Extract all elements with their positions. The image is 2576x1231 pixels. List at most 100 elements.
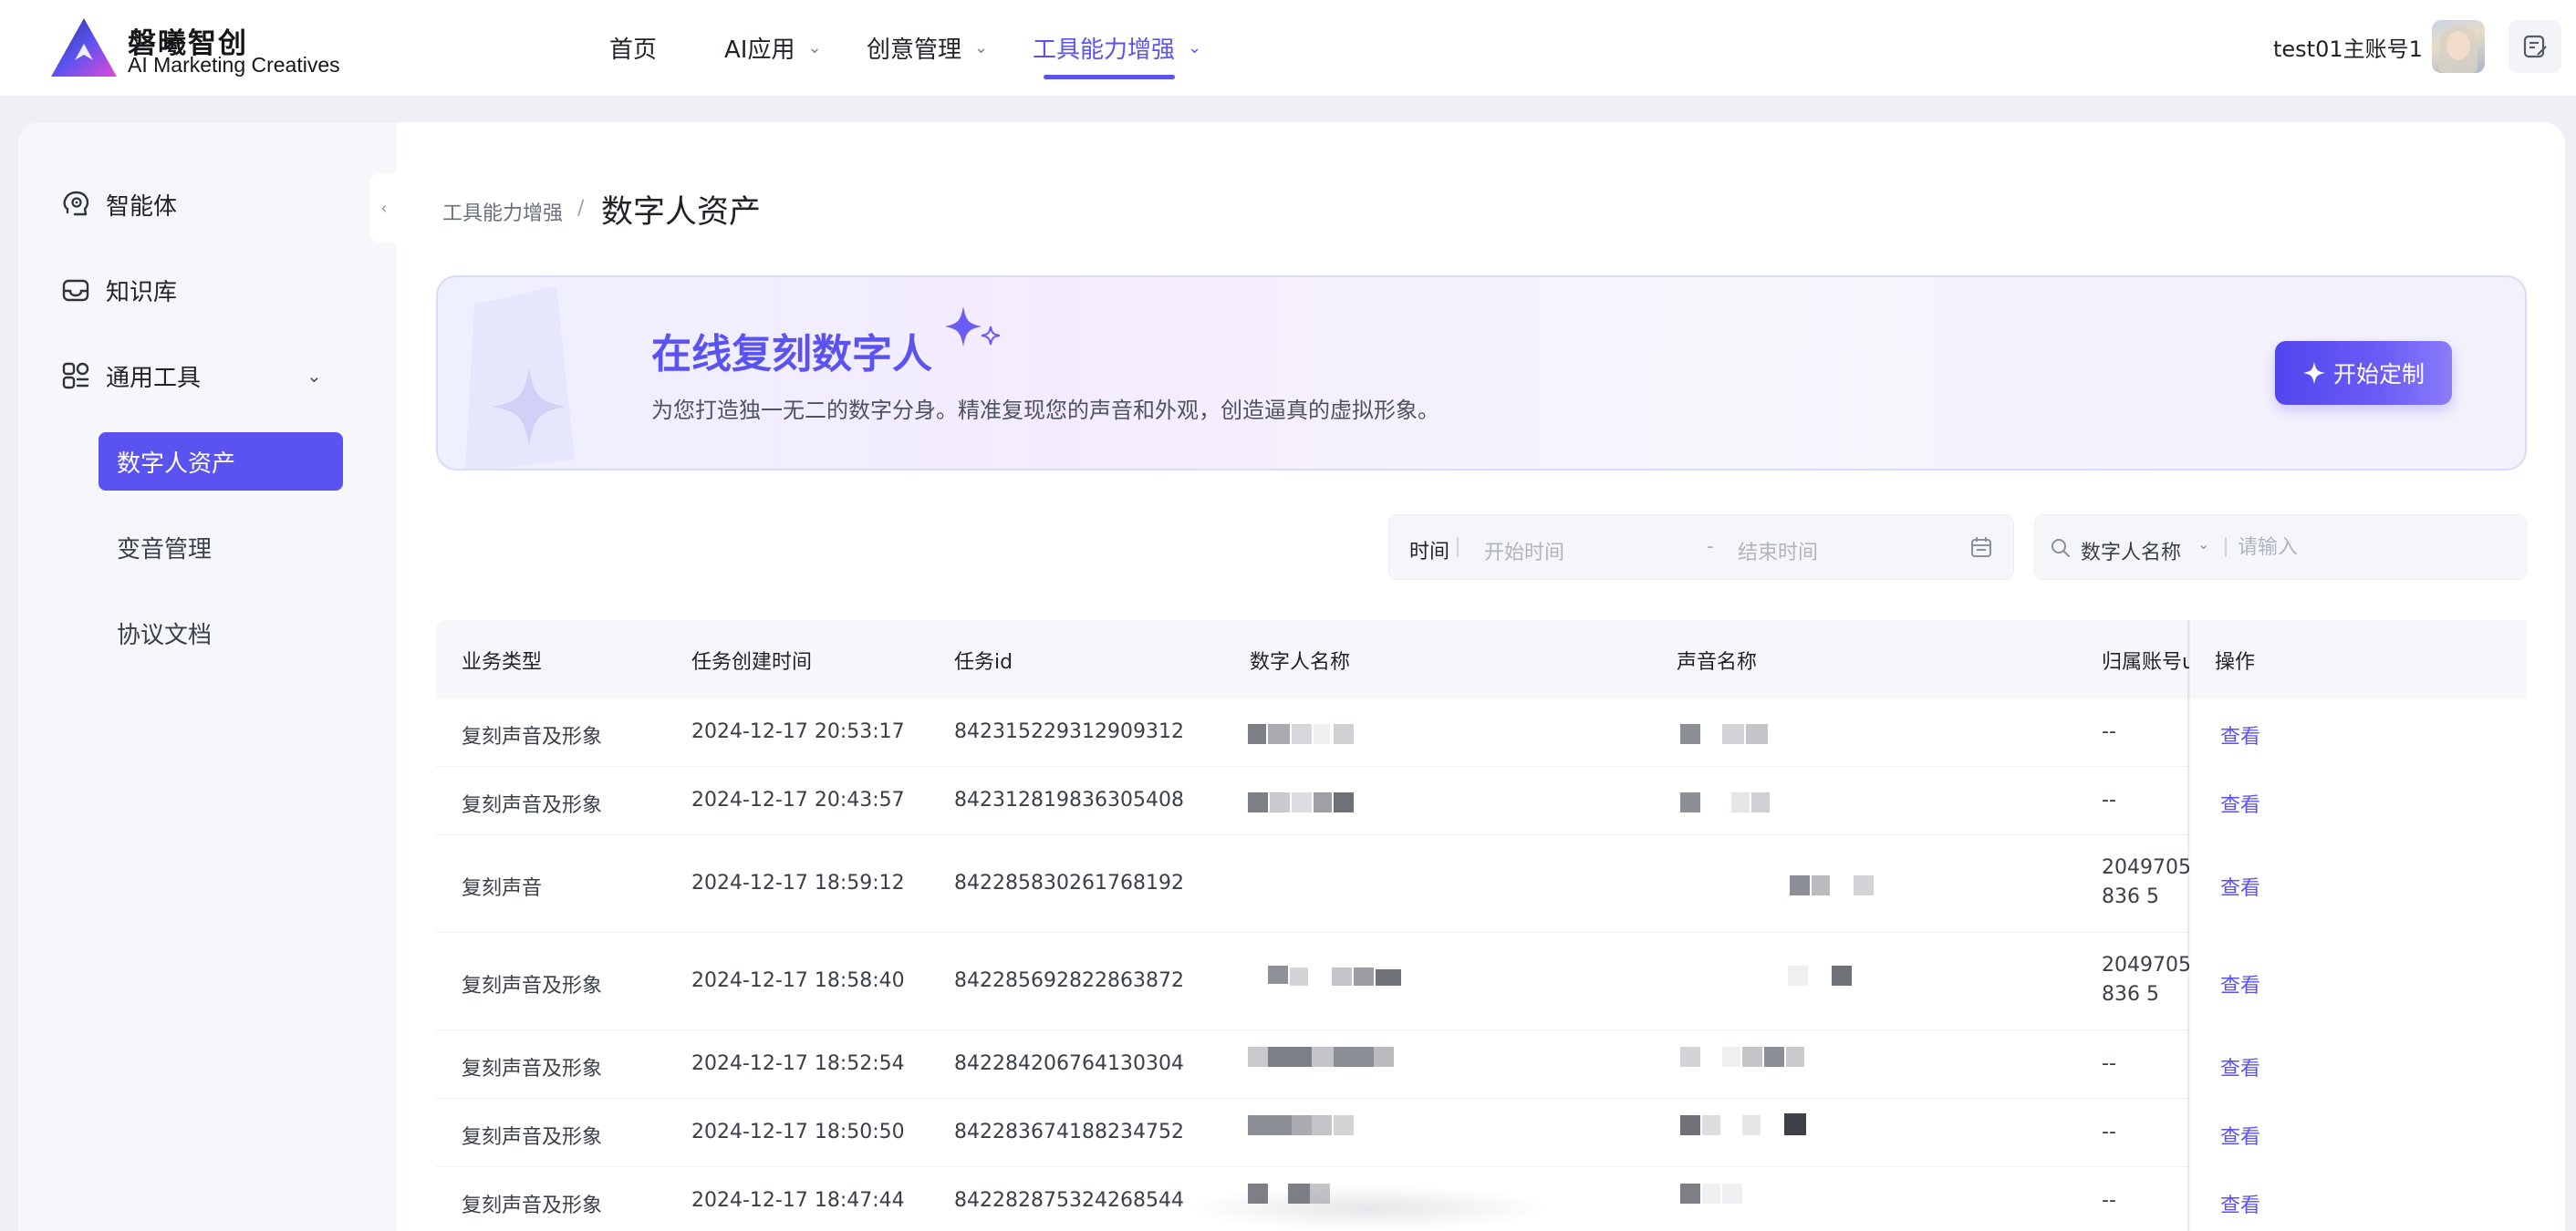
view-link[interactable]: 查看 (2220, 1189, 2260, 1218)
nav-ai-apps[interactable]: AI应用 ⌄ (724, 27, 822, 67)
sidebar-item-label: 知识库 (106, 278, 178, 306)
nav-tool-enhancement-label: 工具能力增强 (1033, 36, 1176, 64)
cell-account-uid: -- (2102, 1121, 2116, 1143)
cell-created-time: 2024-12-17 18:47:44 (691, 1189, 905, 1212)
sidebar-item-label: 智能体 (106, 192, 178, 221)
account-name[interactable]: test01主账号1 (2273, 31, 2423, 63)
chevron-down-icon: ⌄ (974, 37, 989, 57)
nav-creative-management[interactable]: 创意管理 ⌄ (867, 27, 988, 67)
message-icon (2523, 35, 2547, 58)
redacted-voice (1680, 1115, 1700, 1135)
redacted-voice (1680, 1184, 1700, 1204)
cell-type: 复刻声音 (462, 877, 543, 900)
cell-type: 复刻声音及形象 (462, 1195, 603, 1217)
cell-task-id: 842285830261768192 (954, 872, 1184, 895)
inbox-icon (62, 279, 89, 302)
start-customize-label: 开始定制 (2332, 361, 2425, 388)
chevron-down-icon: ⌄ (1188, 37, 1202, 57)
view-link[interactable]: 查看 (2220, 969, 2260, 998)
sidebar-item-knowledge-base[interactable]: 知识库 (60, 268, 177, 312)
view-link[interactable]: 查看 (2220, 720, 2260, 750)
sidebar-subitem-agreement-docs[interactable]: 协议文档 (99, 604, 343, 662)
redacted-voice (1788, 966, 1808, 986)
breadcrumb-separator: / (577, 197, 585, 220)
column-header-digital-human-name: 数字人名称 (1250, 651, 1351, 674)
message-button[interactable] (2508, 20, 2561, 73)
cell-task-id: 842315229312909312 (954, 720, 1184, 743)
redacted-name (1248, 724, 1266, 744)
time-filter-label: 时间 (1409, 541, 1450, 564)
search-icon (2051, 539, 2070, 557)
banner-description: 为您打造独一无二的数字分身。精准复现您的声音和外观，创造逼真的虚拟形象。 (651, 398, 1439, 423)
cell-task-id: 842283674188234752 (954, 1121, 1184, 1143)
cell-type: 复刻声音及形象 (462, 975, 603, 998)
end-date-input[interactable]: 结束时间 (1738, 536, 1818, 565)
column-header-voice-name: 声音名称 (1677, 651, 1758, 674)
sparkle-icon (2302, 362, 2325, 384)
sidebar-subitem-voice-change[interactable]: 变音管理 (99, 518, 343, 576)
date-range-separator: - (1707, 535, 1714, 558)
cell-created-time: 2024-12-17 20:43:57 (691, 789, 905, 812)
nav-creative-management-label: 创意管理 (867, 36, 962, 64)
redacted-voice (1680, 1047, 1700, 1067)
cell-created-time: 2024-12-17 18:58:40 (691, 969, 905, 992)
date-range-filter[interactable]: 时间 开始时间 - 结束时间 (1388, 514, 2014, 580)
nav-tool-enhancement[interactable]: 工具能力增强 ⌄ (1033, 27, 1201, 67)
banner-decoration-icon (465, 286, 575, 469)
avatar[interactable] (2432, 20, 2485, 73)
banner-title: 在线复刻数字人 (651, 331, 932, 378)
cell-type: 复刻声音及形象 (462, 794, 603, 817)
cell-type: 复刻声音及形象 (462, 1058, 603, 1081)
sidebar-item-general-tools[interactable]: 通用工具 (60, 354, 201, 398)
redacted-voice (1680, 792, 1700, 812)
chevron-down-icon[interactable]: ⌄ (2197, 535, 2209, 553)
sidebar-item-agent[interactable]: 智能体 (60, 182, 177, 226)
redacted-name (1248, 1115, 1292, 1135)
cell-task-id: 842285692822863872 (954, 969, 1184, 992)
sidebar-item-label: 通用工具 (106, 364, 202, 392)
sparkle-icon (945, 306, 1001, 347)
cell-created-time: 2024-12-17 18:59:12 (691, 872, 905, 895)
view-link[interactable]: 查看 (2220, 789, 2260, 818)
chevron-left-icon: ‹ (380, 198, 388, 218)
scroll-fade (1186, 1185, 1551, 1231)
cell-task-id: 842312819836305408 (954, 789, 1184, 812)
nav-ai-apps-label: AI应用 (724, 36, 795, 64)
cell-type: 复刻声音及形象 (462, 1126, 603, 1149)
view-link[interactable]: 查看 (2220, 1052, 2260, 1081)
column-header-created-time: 任务创建时间 (691, 651, 813, 674)
redacted-name (1248, 792, 1268, 812)
grid-icon (62, 362, 89, 389)
start-customize-button[interactable]: 开始定制 (2275, 341, 2452, 405)
sidebar-subitem-digital-human-assets[interactable]: 数字人资产 (99, 432, 343, 491)
start-date-input[interactable]: 开始时间 (1484, 536, 1564, 565)
view-link[interactable]: 查看 (2220, 1121, 2260, 1150)
redacted-name (1268, 966, 1288, 984)
cell-task-id: 842282875324268544 (954, 1189, 1184, 1212)
cell-account-uid: -- (2102, 789, 2116, 812)
page-title: 数字人资产 (601, 194, 762, 231)
column-header-type: 业务类型 (462, 651, 543, 674)
redacted-voice (1790, 875, 1810, 895)
nav-home[interactable]: 首页 (609, 27, 657, 67)
calendar-icon[interactable] (1969, 535, 1993, 559)
chevron-down-icon[interactable]: ⌄ (306, 365, 322, 387)
nav-home-label: 首页 (609, 36, 658, 64)
nav-active-indicator (1044, 75, 1175, 79)
column-header-operation: 操作 (2215, 651, 2256, 674)
cell-created-time: 2024-12-17 18:52:54 (691, 1052, 905, 1075)
redacted-voice (1680, 724, 1700, 744)
view-link[interactable]: 查看 (2220, 872, 2260, 901)
promo-banner: 在线复刻数字人 为您打造独一无二的数字分身。精准复现您的声音和外观，创造逼真的虚… (436, 275, 2527, 471)
name-search-filter: 数字人名称 ⌄ (2034, 514, 2527, 580)
search-input[interactable] (2238, 528, 2511, 566)
brain-icon (63, 191, 89, 216)
breadcrumb-parent[interactable]: 工具能力增强 (442, 197, 563, 226)
brand-logo[interactable]: 磐曦智创 AI Marketing Creatives (49, 16, 396, 82)
cell-created-time: 2024-12-17 18:50:50 (691, 1121, 905, 1143)
search-field-select[interactable]: 数字人名称 (2081, 536, 2181, 565)
brand-name-en: AI Marketing Creatives (128, 53, 340, 77)
brand-logo-icon (51, 18, 117, 77)
sidebar-collapse-button[interactable]: ‹ (370, 173, 398, 243)
cell-account-uid: -- (2102, 1052, 2116, 1075)
